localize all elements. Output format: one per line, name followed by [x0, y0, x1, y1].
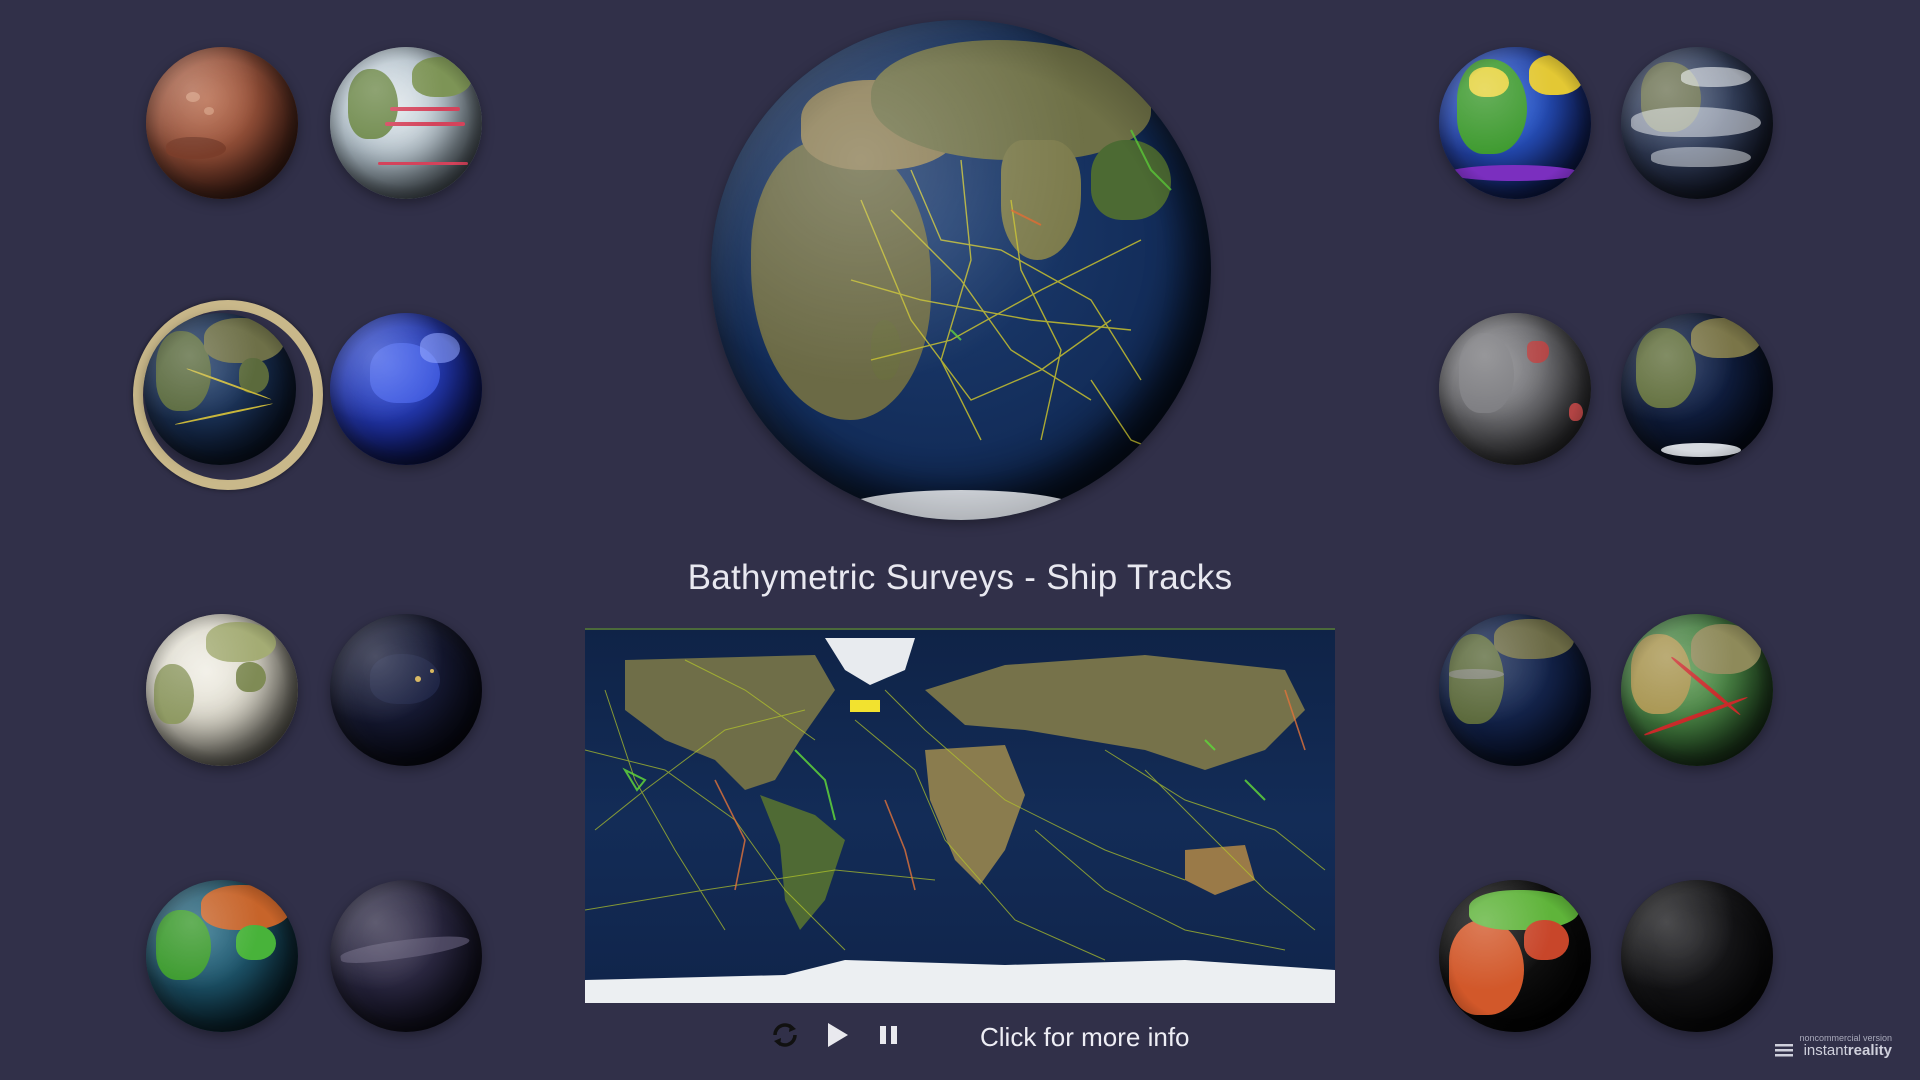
globe-thumbnail-city-lights[interactable]	[330, 614, 482, 766]
globe-viewer: Bathymetric Surveys - Ship Tracks Click …	[0, 0, 1920, 1080]
map-canvas	[585, 638, 1335, 1003]
globe-thumbnail-earth-night-stars[interactable]	[1621, 313, 1773, 465]
globe-thumbnail-starfield[interactable]	[330, 880, 482, 1032]
pause-icon	[880, 1026, 897, 1044]
globe-thumbnail-clouds[interactable]	[1621, 47, 1773, 199]
south-america-shape	[760, 795, 845, 930]
more-info-link[interactable]: Click for more info	[980, 1022, 1190, 1053]
globe-thumbnail-sea-temperature[interactable]	[1439, 47, 1591, 199]
antarctica-shape	[585, 960, 1335, 1003]
instantreality-logo-icon	[1775, 1044, 1794, 1057]
globe-thumbnail-earth-dark[interactable]	[1439, 614, 1591, 766]
dataset-title: Bathymetric Surveys - Ship Tracks	[687, 558, 1233, 597]
globe-thumbnail-dark-sphere[interactable]	[1621, 880, 1773, 1032]
africa-shape	[925, 745, 1025, 885]
globe-thumbnail-ship-tracks[interactable]	[144, 313, 296, 465]
main-globe-ship-tracks[interactable]	[711, 20, 1211, 520]
globe-thumbnail-mars[interactable]	[146, 47, 298, 199]
play-button[interactable]	[820, 1018, 854, 1052]
north-america-shape	[625, 655, 835, 790]
track-cluster-north-atlantic	[850, 700, 880, 712]
globe-thumbnail-plate-tectonics[interactable]	[1621, 614, 1773, 766]
globe-thumbnail-gray-highlight[interactable]	[1439, 313, 1591, 465]
play-icon	[828, 1023, 848, 1047]
reload-button[interactable]	[768, 1018, 802, 1052]
reload-icon	[773, 1023, 797, 1047]
playback-controls	[768, 1018, 906, 1052]
globe-thumbnail-vegetation-ocean[interactable]	[146, 880, 298, 1032]
globe-thumbnail-night-lights-blue[interactable]	[330, 313, 482, 465]
watermark-brand: instantreality	[1804, 1043, 1892, 1058]
watermark-brand-bold: reality	[1847, 1042, 1892, 1059]
watermark-brand-light: instant	[1803, 1042, 1848, 1059]
ship-track-lines	[850, 129, 1182, 461]
instantreality-watermark: noncommercial version instantreality	[1775, 1034, 1892, 1058]
flat-map-ship-tracks[interactable]	[585, 628, 1335, 1003]
greenland-shape	[825, 638, 915, 685]
pause-button[interactable]	[872, 1018, 906, 1052]
globe-thumbnail-ocean-currents[interactable]	[330, 47, 482, 199]
globe-thumbnail-land-temperature[interactable]	[1439, 880, 1591, 1032]
globe-thumbnail-snow-ice[interactable]	[146, 614, 298, 766]
